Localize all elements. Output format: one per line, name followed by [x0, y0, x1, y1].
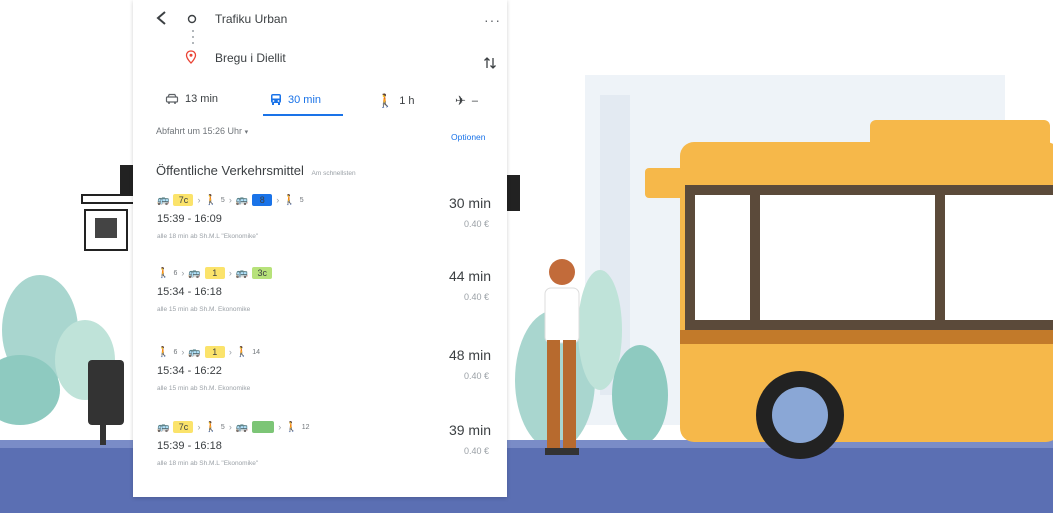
- chevron-down-icon: ▾: [244, 129, 249, 136]
- step-separator-icon: ›: [197, 195, 201, 205]
- route-option[interactable]: 🚶 6 › 🚌 1 › 🚶 14 15:34 - 16:22 alle 15 min ab Sh.…: [133, 343, 507, 423]
- walk-minutes: 5: [220, 423, 225, 431]
- route-times: 15:34 - 16:18: [157, 286, 222, 298]
- bus-line-chip: 3c: [252, 267, 273, 279]
- back-arrow-icon[interactable]: [155, 10, 169, 26]
- step-separator-icon: ›: [276, 195, 280, 205]
- route-steps: 🚌 7c › 🚶 5 › 🚌 › 🚶 12: [157, 418, 310, 436]
- bus-stop-sign: [81, 165, 135, 251]
- section-title: Öffentliche Verkehrsmittel: [156, 163, 304, 178]
- step-separator-icon: ›: [228, 195, 232, 205]
- route-price: 0.40 €: [463, 446, 489, 456]
- walk-icon: 🚶: [235, 346, 249, 358]
- route-duration: 30 min: [448, 195, 491, 211]
- step-separator-icon: ›: [228, 347, 232, 357]
- mode-tab-transit[interactable]: 30 min: [270, 93, 321, 106]
- departure-time-label: Abfahrt um 15:26 Uhr: [156, 126, 243, 136]
- bus-icon: 🚌: [188, 346, 201, 358]
- route-price: 0.40 €: [463, 219, 489, 229]
- departure-time-dropdown[interactable]: Abfahrt um 15:26 Uhr ▾: [156, 126, 248, 136]
- bus-icon: 🚌: [157, 421, 170, 433]
- step-separator-icon: ›: [181, 347, 185, 357]
- bus-icon: 🚌: [188, 267, 201, 279]
- destination-field[interactable]: Bregu i Diellit: [215, 51, 286, 65]
- walk-minutes: 6: [173, 269, 178, 277]
- mode-transit-label: 30 min: [288, 93, 322, 106]
- route-steps: 🚶 6 › 🚌 1 › 🚶 14: [157, 343, 260, 361]
- walk-icon: 🚶: [157, 346, 170, 358]
- mode-tab-car[interactable]: 13 min: [165, 93, 218, 105]
- route-connector-dots: [192, 30, 194, 44]
- walk-icon: 🚶: [204, 194, 217, 206]
- route-duration: 39 min: [448, 422, 491, 438]
- walk-icon: 🚶: [285, 421, 298, 433]
- bus-line-chip: 1: [204, 346, 225, 358]
- route-option[interactable]: 🚶 6 › 🚌 1 › 🚌 3c 15:34 - 16:18 alle 15 min ab Sh.…: [133, 264, 507, 344]
- destination-pin-icon: [185, 50, 197, 64]
- step-separator-icon: ›: [181, 268, 185, 278]
- walk-icon: 🚶: [204, 421, 217, 433]
- car-icon: [165, 93, 179, 104]
- route-price: 0.40 €: [463, 292, 489, 302]
- step-separator-icon: ›: [228, 422, 232, 432]
- bus-icon: 🚌: [235, 421, 249, 433]
- flight-icon: ✈: [455, 93, 466, 108]
- route-option[interactable]: 🚌 7c › 🚶 5 › 🚌 8 › 🚶 5 15:39 - 16:09 alle 18 min ab …: [133, 191, 507, 271]
- bus-line-chip: [252, 421, 275, 433]
- walk-minutes: 6: [173, 348, 178, 356]
- bus-line-chip: 7c: [173, 194, 194, 206]
- walk-icon: 🚶: [283, 194, 296, 206]
- mode-tab-flight[interactable]: ✈ –: [455, 93, 478, 109]
- options-link[interactable]: Optionen: [451, 132, 486, 142]
- step-separator-icon: ›: [197, 422, 201, 432]
- route-times: 15:39 - 16:09: [157, 213, 222, 225]
- mode-walk-label: 1 h: [399, 95, 415, 107]
- walk-icon: 🚶: [377, 93, 394, 108]
- yellow-bus: [645, 120, 1053, 459]
- transit-icon: [271, 94, 281, 105]
- mode-car-label: 13 min: [185, 93, 219, 105]
- route-duration: 48 min: [448, 347, 491, 363]
- walk-icon: 🚶: [157, 267, 170, 279]
- walk-minutes: 5: [220, 196, 225, 204]
- route-steps: 🚌 7c › 🚶 5 › 🚌 8 › 🚶 5: [157, 191, 304, 209]
- route-frequency: alle 15 min ab Sh.M. Ekonomike: [157, 306, 251, 313]
- bus-icon: 🚌: [235, 194, 249, 206]
- route-option[interactable]: 🚌 7c › 🚶 5 › 🚌 › 🚶 12 15:39 - 16:18 alle 18 min ab …: [133, 418, 507, 497]
- bus-line-chip: 7c: [173, 421, 194, 433]
- directions-panel: Trafiku Urban Bregu i Diellit ··· 13 min…: [133, 0, 507, 497]
- route-frequency: alle 18 min ab Sh.M.L "Ekonomike": [157, 233, 259, 240]
- mode-flight-label: –: [471, 95, 479, 107]
- route-times: 15:39 - 16:18: [157, 440, 222, 452]
- route-price: 0.40 €: [463, 371, 489, 381]
- origin-field[interactable]: Trafiku Urban: [215, 12, 287, 26]
- route-frequency: alle 18 min ab Sh.M.L "Ekonomike": [157, 460, 259, 467]
- walk-minutes: 14: [252, 348, 261, 356]
- active-tab-indicator: [263, 114, 343, 116]
- route-times: 15:34 - 16:22: [157, 365, 222, 377]
- origin-circle-icon: [187, 14, 197, 24]
- mode-tab-walk[interactable]: 🚶 1 h: [377, 93, 414, 109]
- step-separator-icon: ›: [228, 268, 232, 278]
- fastest-badge: Am schnellsten: [311, 170, 356, 177]
- route-duration: 44 min: [448, 268, 491, 284]
- trash-bin: [88, 360, 124, 445]
- bus-line-chip: 1: [204, 267, 225, 279]
- walk-minutes: 5: [299, 196, 304, 204]
- step-separator-icon: ›: [278, 422, 282, 432]
- bus-icon: 🚌: [235, 267, 249, 279]
- swap-vertical-icon[interactable]: [483, 55, 497, 71]
- route-frequency: alle 15 min ab Sh.M. Ekonomike: [157, 385, 251, 392]
- walk-minutes: 12: [301, 423, 310, 431]
- route-steps: 🚶 6 › 🚌 1 › 🚌 3c: [157, 264, 273, 282]
- section-heading: Öffentliche Verkehrsmittel Am schnellste…: [156, 163, 356, 178]
- bus-line-chip: 8: [252, 194, 273, 206]
- bus-icon: 🚌: [157, 194, 170, 206]
- more-horiz-icon[interactable]: ···: [484, 12, 501, 28]
